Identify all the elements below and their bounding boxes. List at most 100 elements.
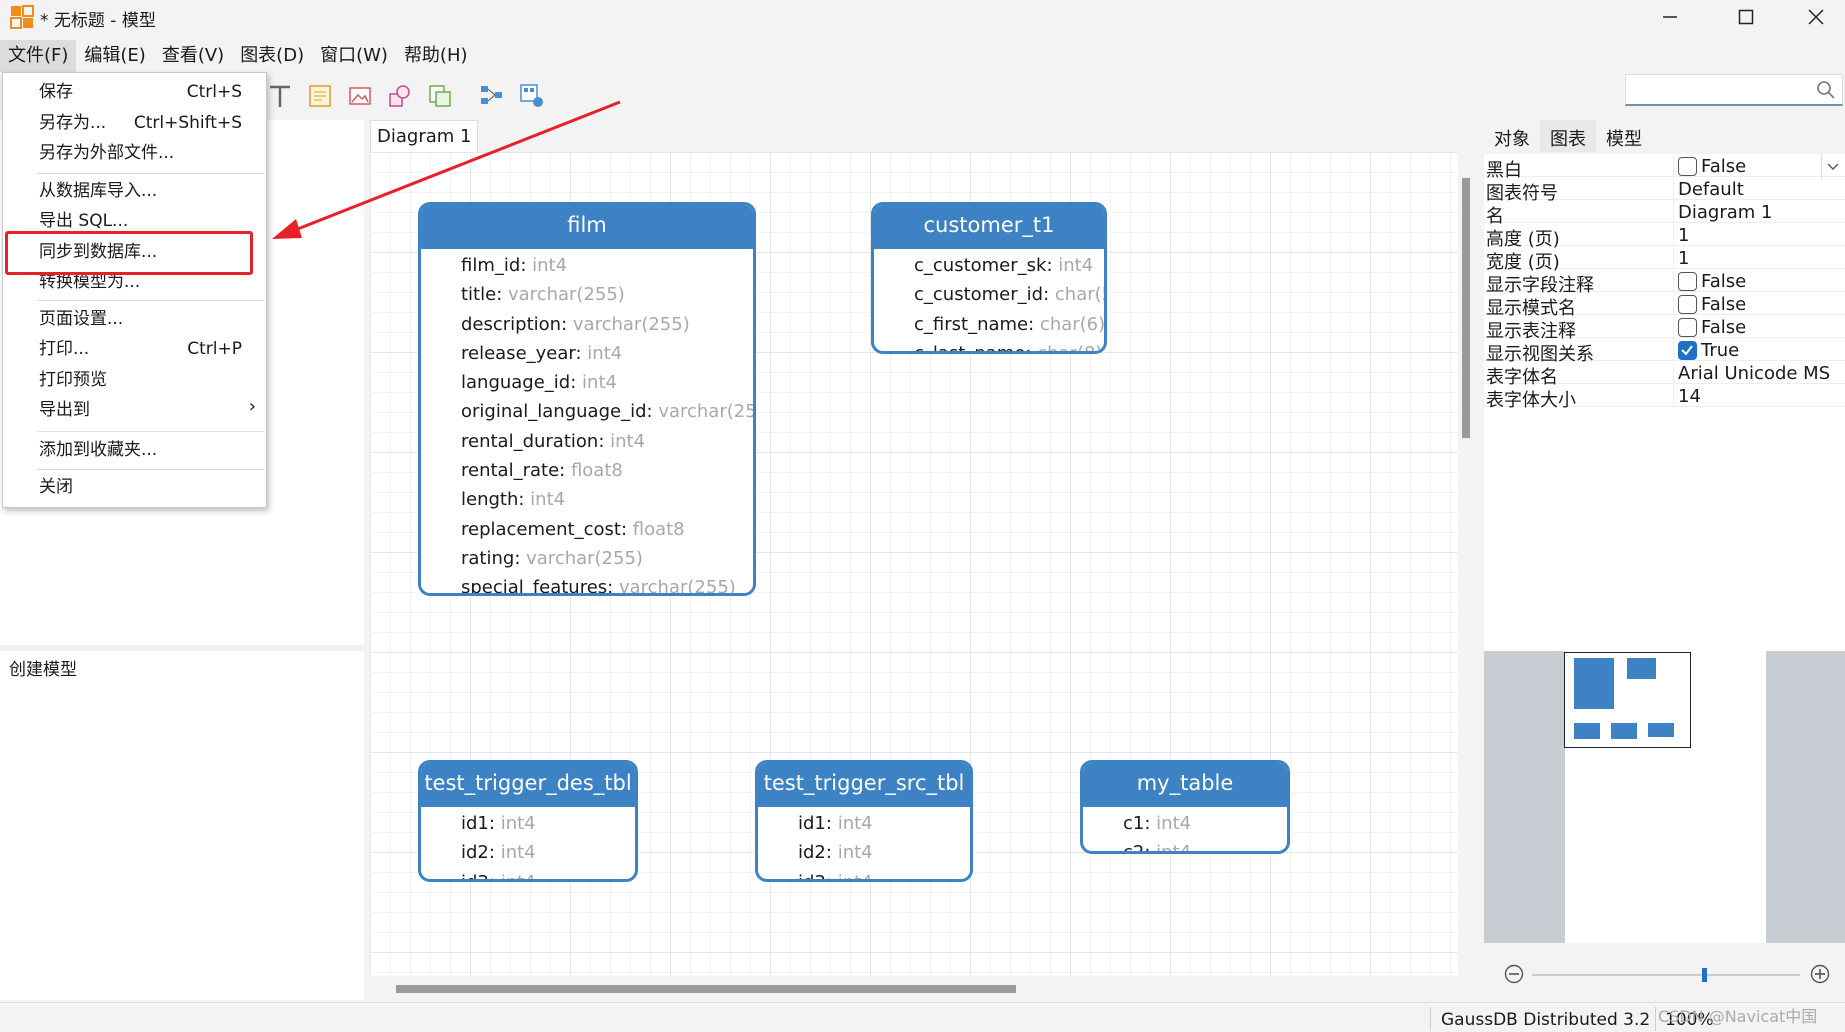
field-row[interactable]: rating: varchar(255) <box>461 544 753 573</box>
menu-item-save-as-external[interactable]: 另存为外部文件... <box>39 139 174 167</box>
entity-film[interactable]: film film_id: int4 title: varchar(255) des… <box>418 202 756 596</box>
tab-model[interactable]: 模型 <box>1596 120 1652 152</box>
field-row[interactable]: release_year: int4 <box>461 339 753 368</box>
layer-tool-button[interactable] <box>425 81 455 111</box>
scroll-thumb[interactable] <box>396 985 1016 993</box>
property-row[interactable]: 黑白 False <box>1484 154 1845 181</box>
entity-test-trigger-src-tbl[interactable]: test_trigger_src_tbl id1: int4id2: int4i… <box>755 760 973 882</box>
property-value-cell[interactable]: False <box>1678 156 1746 177</box>
menu-item-print[interactable]: 打印... <box>39 335 89 363</box>
checkbox-icon[interactable] <box>1678 318 1697 337</box>
field-row[interactable]: film_id: int4 <box>461 251 753 280</box>
property-value-cell[interactable]: Arial Unicode MS <box>1678 363 1830 384</box>
zoom-out-icon[interactable] <box>1504 964 1524 984</box>
tab-diagram[interactable]: 图表 <box>1540 120 1596 152</box>
field-row[interactable]: id3: int4 <box>461 868 635 879</box>
checkbox-icon[interactable] <box>1678 272 1697 291</box>
auto-layout-button[interactable] <box>477 81 507 111</box>
minimize-button[interactable] <box>1644 2 1696 32</box>
property-value-cell[interactable]: Default <box>1678 179 1744 200</box>
checkbox-checked-icon[interactable] <box>1678 341 1697 360</box>
field-row[interactable]: title: varchar(255) <box>461 280 753 309</box>
menu-item-page-setup[interactable]: 页面设置... <box>39 305 123 333</box>
checkbox-icon[interactable] <box>1678 157 1697 176</box>
property-value-cell[interactable]: 14 <box>1678 386 1701 407</box>
field-row[interactable]: c_customer_sk: int4 <box>914 251 1104 280</box>
property-row[interactable]: 表字体大小 14 <box>1484 384 1845 411</box>
menu-item-add-to-favorites[interactable]: 添加到收藏夹... <box>39 436 157 464</box>
property-row[interactable]: 显示字段注释 False <box>1484 269 1845 296</box>
menu-item-import-from-db[interactable]: 从数据库导入... <box>39 177 157 205</box>
zoom-slider-thumb[interactable] <box>1702 968 1707 982</box>
property-value-cell[interactable]: True <box>1678 340 1739 361</box>
field-row[interactable]: original_language_id: varchar(255) <box>461 397 753 426</box>
zoom-in-icon[interactable] <box>1810 964 1830 984</box>
note-tool-button[interactable] <box>305 81 335 111</box>
property-row[interactable]: 表字体名 Arial Unicode MS <box>1484 361 1845 388</box>
entity-test-trigger-des-tbl[interactable]: test_trigger_des_tbl id1: int4id2: int4i… <box>418 760 638 882</box>
field-row[interactable]: length: int4 <box>461 485 753 514</box>
menu-item-print-preview[interactable]: 打印预览 <box>39 366 107 394</box>
property-value-cell[interactable]: False <box>1678 294 1746 315</box>
property-row[interactable]: 显示模式名 False <box>1484 292 1845 319</box>
property-row[interactable]: 名 Diagram 1 <box>1484 200 1845 227</box>
field-name: film_id <box>461 255 521 276</box>
field-row[interactable]: c_last_name: char(8) <box>914 339 1104 351</box>
property-row[interactable]: 宽度 (页) 1 <box>1484 246 1845 273</box>
scroll-thumb[interactable] <box>1462 178 1470 438</box>
field-row[interactable]: id2: int4 <box>461 838 635 867</box>
field-row[interactable]: c1: int4 <box>1123 809 1287 838</box>
maximize-button[interactable] <box>1720 2 1772 32</box>
tab-diagram-1[interactable]: Diagram 1 <box>370 120 479 152</box>
property-row[interactable]: 图表符号 Default <box>1484 177 1845 204</box>
minimap-viewport[interactable] <box>1564 652 1691 748</box>
minimap[interactable] <box>1484 651 1845 943</box>
entity-my-table[interactable]: my_table c1: int4 c2: int4 <box>1080 760 1290 854</box>
menu-item-save-as[interactable]: 另存为... <box>39 109 106 137</box>
zoom-slider[interactable] <box>1532 968 1800 982</box>
field-row[interactable]: id1: int4 <box>798 809 970 838</box>
field-row[interactable]: id1: int4 <box>461 809 635 838</box>
checkbox-icon[interactable] <box>1678 295 1697 314</box>
field-row[interactable]: description: varchar(255) <box>461 310 753 339</box>
menu-window[interactable]: 窗口(W) <box>312 40 396 72</box>
sync-model-button[interactable] <box>517 81 547 111</box>
image-tool-button[interactable] <box>345 81 375 111</box>
field-row[interactable]: id3: int4 <box>798 868 970 879</box>
field-row[interactable]: c_customer_id: char(5) <box>914 280 1104 309</box>
menu-diagram[interactable]: 图表(D) <box>232 40 312 72</box>
property-value-cell[interactable]: False <box>1678 271 1746 292</box>
field-row[interactable]: c_first_name: char(6) <box>914 310 1104 339</box>
field-row[interactable]: rental_duration: int4 <box>461 427 753 456</box>
property-value-cell[interactable]: 1 <box>1678 248 1689 269</box>
property-value-cell[interactable]: False <box>1678 317 1746 338</box>
property-row[interactable]: 显示视图关系 True <box>1484 338 1845 365</box>
text-tool-button[interactable] <box>265 81 295 111</box>
menu-item-export-to[interactable]: 导出到 <box>39 396 90 424</box>
vertical-scrollbar[interactable] <box>1460 152 1472 976</box>
close-button[interactable] <box>1790 2 1842 32</box>
property-row[interactable]: 高度 (页) 1 <box>1484 223 1845 250</box>
menu-item-save[interactable]: 保存 <box>39 78 73 106</box>
property-value-cell[interactable]: 1 <box>1678 225 1689 246</box>
diagram-canvas[interactable]: film film_id: int4 title: varchar(255) des… <box>370 152 1458 976</box>
menu-view[interactable]: 查看(V) <box>154 40 232 72</box>
property-value-cell[interactable]: Diagram 1 <box>1678 202 1772 223</box>
menu-edit[interactable]: 编辑(E) <box>76 40 153 72</box>
field-row[interactable]: id2: int4 <box>798 838 970 867</box>
menu-file[interactable]: 文件(F) <box>0 40 77 72</box>
tab-object[interactable]: 对象 <box>1484 120 1540 152</box>
horizontal-scrollbar[interactable] <box>370 978 1458 1000</box>
field-row[interactable]: replacement_cost: float8 <box>461 515 753 544</box>
field-row[interactable]: rental_rate: float8 <box>461 456 753 485</box>
search-input[interactable] <box>1625 74 1843 106</box>
menu-help[interactable]: 帮助(H) <box>396 40 476 72</box>
field-row[interactable]: special_features: varchar(255) <box>461 573 753 593</box>
field-row[interactable]: c2: int4 <box>1123 838 1287 851</box>
shape-tool-button[interactable] <box>385 81 415 111</box>
property-row[interactable]: 显示表注释 False <box>1484 315 1845 342</box>
field-row[interactable]: language_id: int4 <box>461 368 753 397</box>
left-panel-divider[interactable] <box>0 645 364 651</box>
entity-customer-t1[interactable]: customer_t1 c_customer_sk: int4 c_custome… <box>871 202 1107 354</box>
menu-item-close[interactable]: 关闭 <box>39 473 73 501</box>
